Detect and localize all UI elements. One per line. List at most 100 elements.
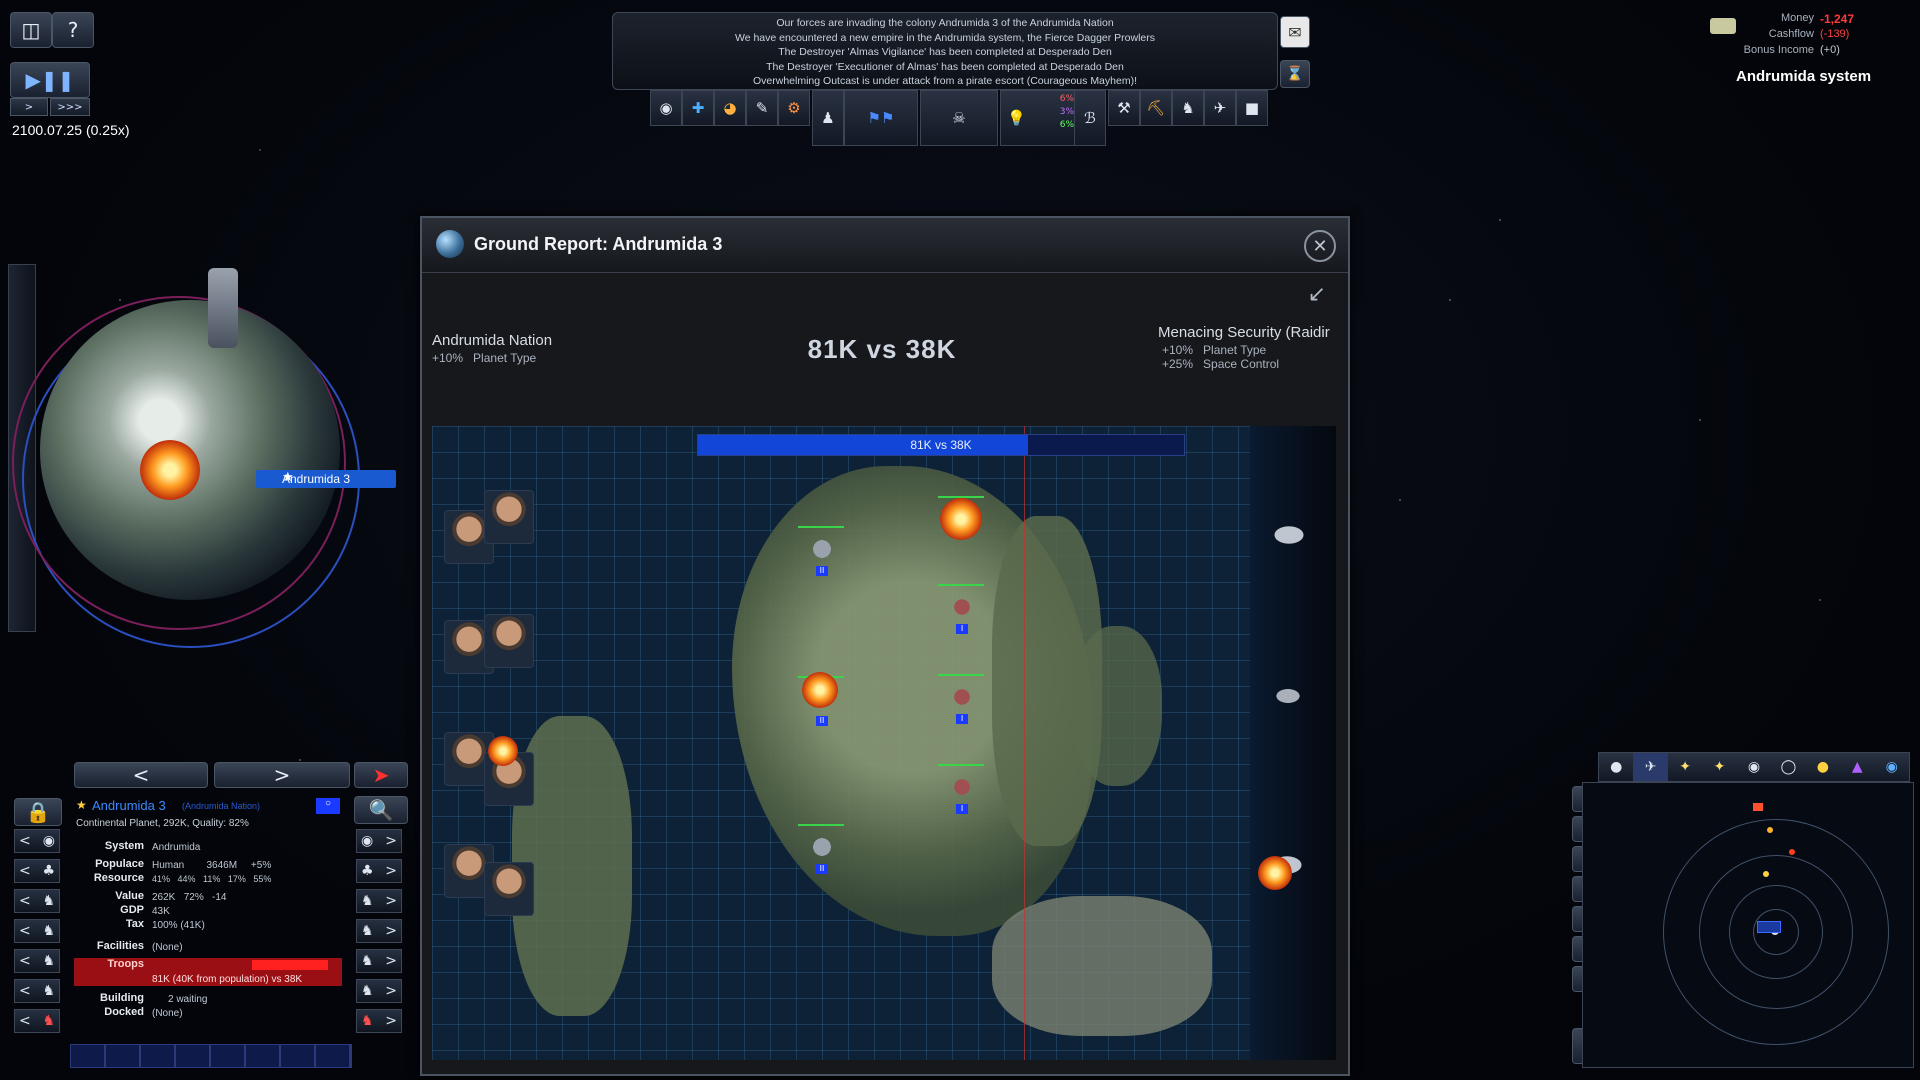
- lightbulb-icon[interactable]: 💡 6% 3% 6%: [1000, 90, 1078, 146]
- play-pause-button[interactable]: ▶❚❚: [10, 62, 90, 98]
- message-line[interactable]: We have encountered a new empire in the …: [613, 31, 1277, 46]
- left-arrow-button[interactable]: < ♞: [14, 949, 60, 973]
- research-icon[interactable]: ⚙: [778, 90, 810, 126]
- pirate-skull-icon[interactable]: ☠: [920, 90, 998, 146]
- empire-flag-icon[interactable]: ○: [316, 798, 340, 814]
- lock-icon[interactable]: 🔒: [14, 798, 62, 826]
- date-text: 2100.07.25: [12, 122, 83, 138]
- finance-panel: Money -1,247 Cashflow (-139) Bonus Incom…: [1710, 12, 1880, 62]
- explosion-icon: [488, 736, 518, 766]
- left-arrow-button[interactable]: < ♞: [14, 979, 60, 1003]
- troop-commander-portrait[interactable]: [484, 490, 534, 544]
- friendly-troop-unit[interactable]: II: [798, 526, 844, 576]
- nebula-filter-icon[interactable]: ▲: [1840, 753, 1874, 781]
- message-line[interactable]: The Destroyer 'Almas Vigilance' has been…: [613, 45, 1277, 60]
- gdp-value: 43K: [152, 906, 170, 917]
- right-arrow-button[interactable]: ♞ >: [356, 889, 402, 913]
- next-planet-button[interactable]: >: [214, 762, 350, 788]
- troop-commander-portrait[interactable]: [484, 862, 534, 916]
- star-icon: ★: [282, 470, 294, 485]
- system-minimap[interactable]: [1582, 782, 1914, 1068]
- building-value[interactable]: 2 waiting: [168, 994, 207, 1005]
- galaxy-icon[interactable]: ◉: [650, 90, 682, 126]
- defender-modifier: +25% Space Control: [1158, 357, 1338, 371]
- planet-globe-icon: [436, 230, 464, 258]
- message-line[interactable]: Overwhelming Outcast is under attack fro…: [613, 74, 1277, 89]
- right-arrow-button[interactable]: ♞ >: [356, 919, 402, 943]
- left-arrow-button[interactable]: < ♞: [14, 1009, 60, 1033]
- document-icon[interactable]: ✎: [746, 90, 778, 126]
- defender-name: Menacing Security (Raidir: [1158, 324, 1330, 341]
- pirate-ship-marker[interactable]: [1753, 803, 1763, 811]
- ship-icon[interactable]: [1264, 520, 1314, 550]
- friendly-troop-unit[interactable]: II: [798, 824, 844, 874]
- right-arrow-button[interactable]: ♞ >: [356, 979, 402, 1003]
- missile-icon[interactable]: ➤: [354, 762, 408, 788]
- enemy-troop-unit[interactable]: I: [938, 584, 984, 634]
- right-arrow-button[interactable]: ♞ >: [356, 1009, 402, 1033]
- influence-icon[interactable]: ℬ: [1074, 90, 1106, 146]
- help-icon[interactable]: ?: [52, 12, 94, 48]
- planet-dot[interactable]: [1767, 827, 1773, 833]
- facilities-value: (None): [152, 942, 183, 953]
- lightbulb-filter-icon[interactable]: ●: [1806, 753, 1840, 781]
- main-toolbar: ◉ ✚ ◕ ✎ ⚙ ♟ ⚑⚑ ☠ 💡 6% 3% 6% ℬ ⚒ ⛏ ♞ ✈ ■: [650, 90, 1272, 150]
- envelope-icon[interactable]: ✉: [1280, 16, 1310, 48]
- message-line[interactable]: Our forces are invading the colony Andru…: [613, 16, 1277, 31]
- modifier-label: Space Control: [1203, 357, 1280, 371]
- construction-icon[interactable]: ⚒: [1108, 90, 1140, 126]
- system-name: Andrumida system: [1736, 68, 1872, 85]
- left-arrow-button[interactable]: < ◉: [14, 829, 60, 853]
- right-arrow-button[interactable]: ◉ >: [356, 829, 402, 853]
- left-arrow-button[interactable]: < ♞: [14, 919, 60, 943]
- right-arrow-button[interactable]: ♣ >: [356, 859, 402, 883]
- vehicle-icon[interactable]: ■: [1236, 90, 1268, 126]
- right-arrow-button[interactable]: ♞ >: [356, 949, 402, 973]
- planet-label[interactable]: Andrumida 3: [256, 470, 396, 488]
- ship-icon[interactable]: [1268, 684, 1308, 708]
- mining-icon[interactable]: ⛏: [1140, 90, 1172, 126]
- troop-commander-portrait[interactable]: [484, 614, 534, 668]
- pie-icon[interactable]: ◕: [714, 90, 746, 126]
- planet-filter-icon[interactable]: ●: [1599, 753, 1633, 781]
- plus-icon[interactable]: ✚: [682, 90, 714, 126]
- facilities-label: Facilities: [96, 940, 144, 952]
- troops-icon[interactable]: ♞: [1172, 90, 1204, 126]
- left-arrow-button[interactable]: < ♞: [14, 889, 60, 913]
- cashflow-value: (-139): [1820, 28, 1850, 40]
- enemy-troop-unit[interactable]: I: [938, 764, 984, 814]
- ship-icon[interactable]: [208, 268, 238, 348]
- queue-slots[interactable]: [70, 1044, 352, 1068]
- speed-slow-button[interactable]: >: [10, 98, 48, 116]
- ship-filter-icon[interactable]: ✈: [1633, 753, 1668, 781]
- galaxy-filter-icon[interactable]: ◉: [1737, 753, 1771, 781]
- battle-map[interactable]: 81K vs 38K II II II I I I: [432, 426, 1336, 1060]
- attacker-name: Andrumida Nation: [432, 332, 553, 349]
- hourglass-icon[interactable]: ⌛: [1280, 60, 1310, 88]
- planet-dot[interactable]: [1789, 849, 1795, 855]
- prev-planet-button[interactable]: <: [74, 762, 208, 788]
- diplomacy-flags-icon[interactable]: ⚑⚑: [844, 90, 918, 146]
- planet-owner: (Andrumida Nation): [182, 801, 261, 811]
- message-line[interactable]: The Destroyer 'Executioner of Almas' has…: [613, 60, 1277, 75]
- ring-filter-icon[interactable]: ◯: [1771, 753, 1805, 781]
- star-filter-icon[interactable]: ✦: [1668, 753, 1702, 781]
- minimize-arrow-icon[interactable]: ↙: [1308, 282, 1326, 307]
- fleet-marker[interactable]: [1757, 921, 1781, 933]
- left-arrow-button[interactable]: < ♣: [14, 859, 60, 883]
- star-filter-icon[interactable]: ✦: [1702, 753, 1736, 781]
- tax-value[interactable]: 100% (41K): [152, 920, 205, 931]
- gdp-label: GDP: [120, 904, 144, 916]
- globe-filter-icon[interactable]: ◉: [1875, 753, 1909, 781]
- speed-fast-button[interactable]: >>>: [50, 98, 90, 116]
- enemy-troop-unit[interactable]: I: [938, 674, 984, 724]
- search-planet-icon[interactable]: 🔍: [354, 796, 408, 824]
- computer-icon[interactable]: ◫: [10, 12, 52, 48]
- planet-dot[interactable]: [1763, 871, 1769, 877]
- system-value[interactable]: Andrumida: [152, 842, 200, 853]
- ships-icon[interactable]: ✈: [1204, 90, 1236, 126]
- person-icon[interactable]: ♟: [812, 90, 844, 146]
- planet-name[interactable]: Andrumida 3: [92, 798, 166, 813]
- close-icon[interactable]: ✕: [1304, 230, 1336, 262]
- map-filter-strip: ● ✈ ✦ ✦ ◉ ◯ ● ▲ ◉: [1598, 752, 1910, 782]
